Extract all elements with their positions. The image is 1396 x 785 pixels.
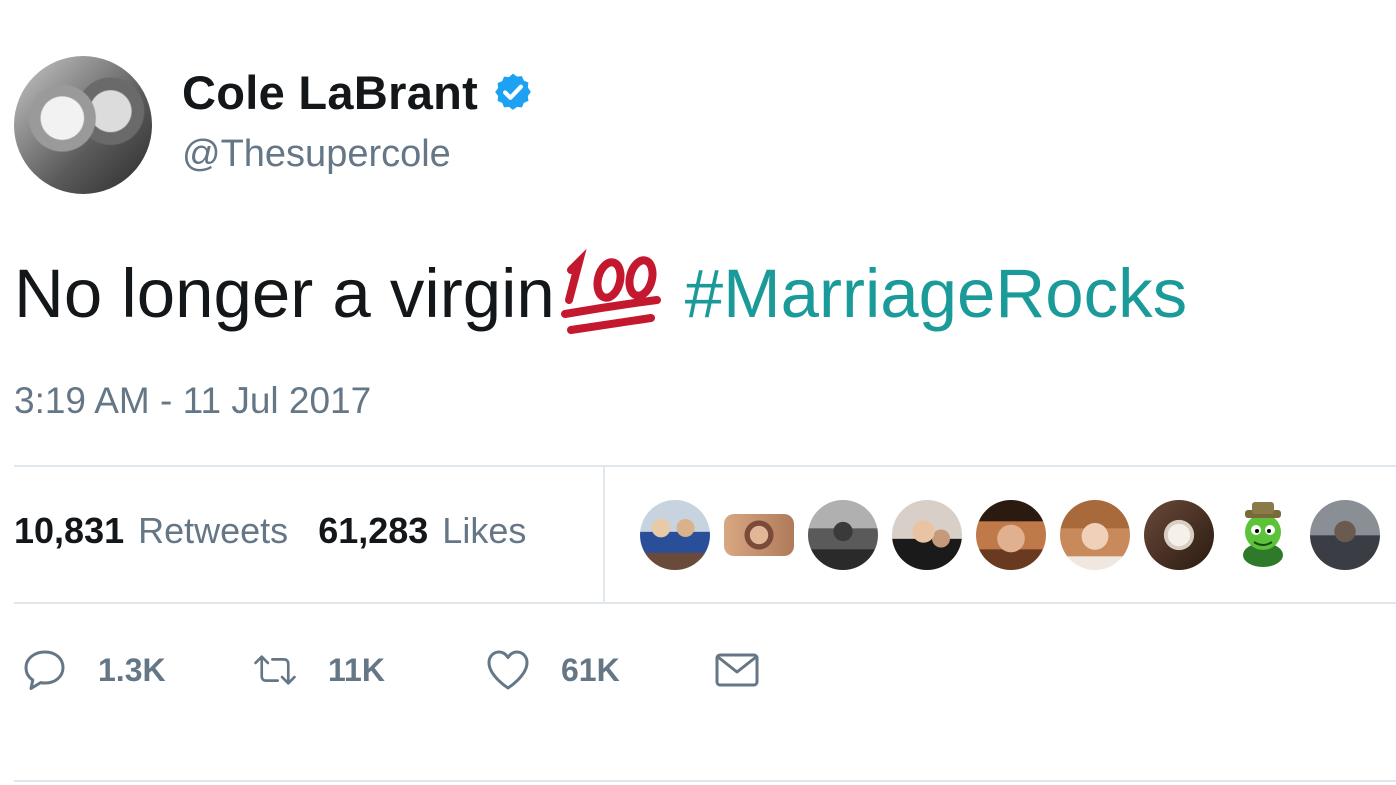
user-name-row: Cole LaBrant	[182, 64, 534, 120]
reply-count: 1.3K	[98, 651, 166, 688]
liker-avatar[interactable]	[724, 514, 794, 556]
engagement-stats: 10,831 Retweets 61,283 Likes	[14, 510, 526, 552]
liker-avatar[interactable]	[1060, 500, 1130, 570]
likes-count[interactable]: 61,283	[318, 510, 428, 552]
divider-top	[14, 465, 1396, 467]
liker-avatar[interactable]	[640, 500, 710, 570]
hashtag-link[interactable]: #MarriageRocks	[685, 254, 1187, 333]
verified-badge-icon	[492, 71, 534, 113]
tweet-timestamp[interactable]: 3:19 AM - 11 Jul 2017	[14, 380, 371, 422]
hundred-points-emoji-icon	[559, 248, 663, 338]
retweet-count: 11K	[328, 651, 385, 688]
user-avatar[interactable]	[14, 56, 152, 194]
divider-middle	[14, 602, 1396, 604]
reply-action[interactable]: 1.3K	[22, 645, 166, 695]
like-count: 61K	[561, 651, 620, 688]
retweets-count[interactable]: 10,831	[14, 510, 124, 552]
liker-avatar[interactable]	[1144, 500, 1214, 570]
direct-message-action[interactable]	[714, 645, 760, 695]
envelope-icon	[715, 653, 759, 687]
liker-avatar[interactable]	[808, 500, 878, 570]
liker-avatar[interactable]	[1310, 500, 1380, 570]
reply-icon	[24, 650, 65, 690]
heart-icon	[487, 650, 529, 690]
liker-avatar[interactable]	[1228, 500, 1298, 570]
tweet-body: No longer a virgin	[14, 254, 555, 332]
user-name[interactable]: Cole LaBrant	[182, 65, 478, 120]
like-action[interactable]: 61K	[485, 645, 620, 695]
liker-avatar[interactable]	[892, 500, 962, 570]
retweet-action[interactable]: 11K	[252, 645, 385, 695]
retweet-icon	[254, 655, 296, 685]
user-handle[interactable]: @Thesupercole	[182, 133, 451, 176]
divider-vertical	[603, 467, 605, 603]
retweets-label[interactable]: Retweets	[138, 510, 288, 552]
liker-avatar[interactable]	[976, 500, 1046, 570]
divider-bottom	[14, 780, 1396, 782]
tweet-text: No longer a virgin #MarriageRocks	[14, 248, 1187, 338]
likes-label[interactable]: Likes	[442, 510, 526, 552]
